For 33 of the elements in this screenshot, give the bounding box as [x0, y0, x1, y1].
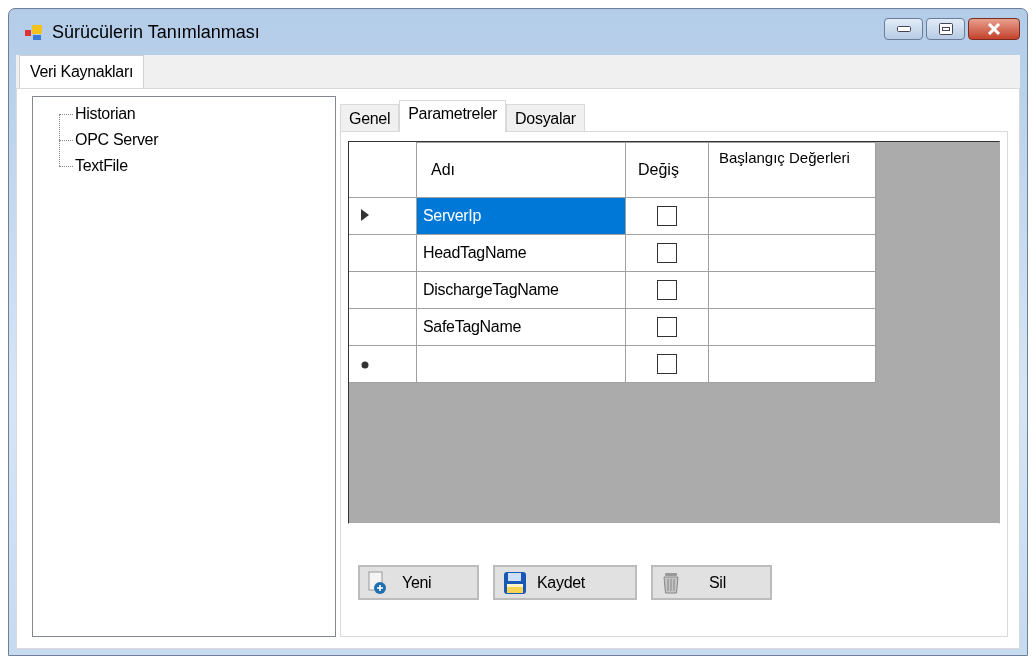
maximize-button[interactable] — [926, 18, 965, 40]
name-cell[interactable]: SafeTagName — [416, 308, 626, 345]
new-button[interactable]: Yeni — [358, 565, 479, 600]
app-icon — [24, 22, 44, 42]
tab[interactable]: Dosyalar — [506, 104, 585, 131]
maximize-icon — [938, 23, 953, 35]
name-cell[interactable] — [416, 345, 626, 382]
tree-item[interactable]: Historian — [75, 105, 136, 123]
window-title: Sürücülerin Tanımlanması — [52, 21, 260, 43]
minimize-icon — [896, 26, 911, 32]
tab[interactable]: Veri Kaynakları — [19, 55, 145, 88]
name-cell[interactable]: ServerIp — [416, 197, 626, 234]
column-header[interactable]: Adı — [416, 142, 626, 197]
checkbox[interactable] — [657, 205, 677, 226]
new-row-icon — [361, 360, 369, 369]
delete-button[interactable]: Sil — [651, 565, 772, 600]
tree-item[interactable]: OPC Server — [75, 131, 159, 149]
close-button[interactable] — [968, 18, 1020, 40]
column-header[interactable]: Değiş — [625, 142, 709, 197]
checkbox[interactable] — [657, 242, 677, 263]
tree-item[interactable]: TextFile — [75, 157, 128, 175]
tab[interactable]: Parametreler — [399, 100, 507, 132]
save-button[interactable]: Kaydet — [493, 565, 637, 600]
checkbox[interactable] — [657, 353, 677, 374]
name-cell[interactable]: DischargeTagName — [416, 271, 626, 308]
close-icon — [987, 23, 1001, 35]
checkbox[interactable] — [657, 279, 677, 300]
minimize-button[interactable] — [884, 18, 923, 40]
tab[interactable]: Genel — [340, 104, 400, 131]
name-cell[interactable]: HeadTagName — [416, 234, 626, 271]
current-row-icon — [361, 208, 369, 221]
checkbox[interactable] — [657, 316, 677, 337]
column-header[interactable]: Başlangıç Değerleri — [708, 142, 876, 197]
